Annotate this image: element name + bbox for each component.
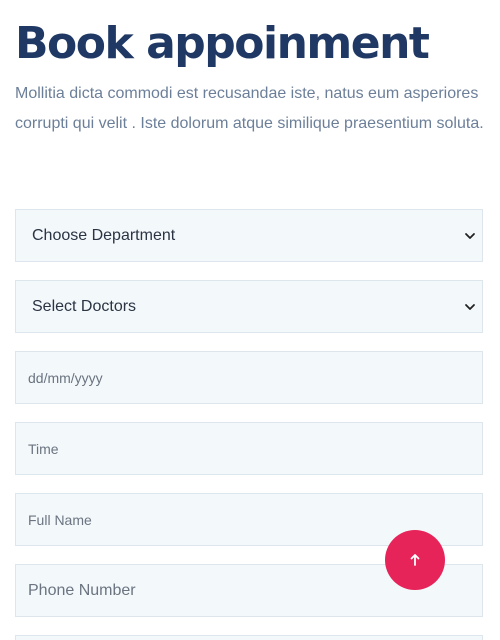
date-input[interactable]: dd/mm/yyyy [15, 351, 483, 404]
department-select-value: Choose Department [32, 226, 176, 244]
date-input-placeholder: dd/mm/yyyy [28, 369, 103, 386]
arrow-up-icon [410, 554, 420, 566]
phone-input-placeholder: Phone Number [28, 581, 136, 599]
doctor-select[interactable]: Select Doctors [15, 280, 483, 333]
section-description: Mollitia dicta commodi est recusandae is… [15, 85, 484, 132]
scroll-to-top-button[interactable] [385, 530, 445, 590]
next-field[interactable] [15, 635, 483, 640]
time-input-placeholder: Time [28, 440, 59, 457]
department-select[interactable]: Choose Department [15, 209, 483, 262]
time-input[interactable]: Time [15, 422, 483, 475]
page-title: Book appoinment [15, 18, 430, 69]
chevron-down-icon [465, 303, 475, 310]
chevron-down-icon [465, 232, 475, 239]
doctor-select-value: Select Doctors [32, 297, 137, 315]
full-name-input-placeholder: Full Name [28, 511, 92, 528]
